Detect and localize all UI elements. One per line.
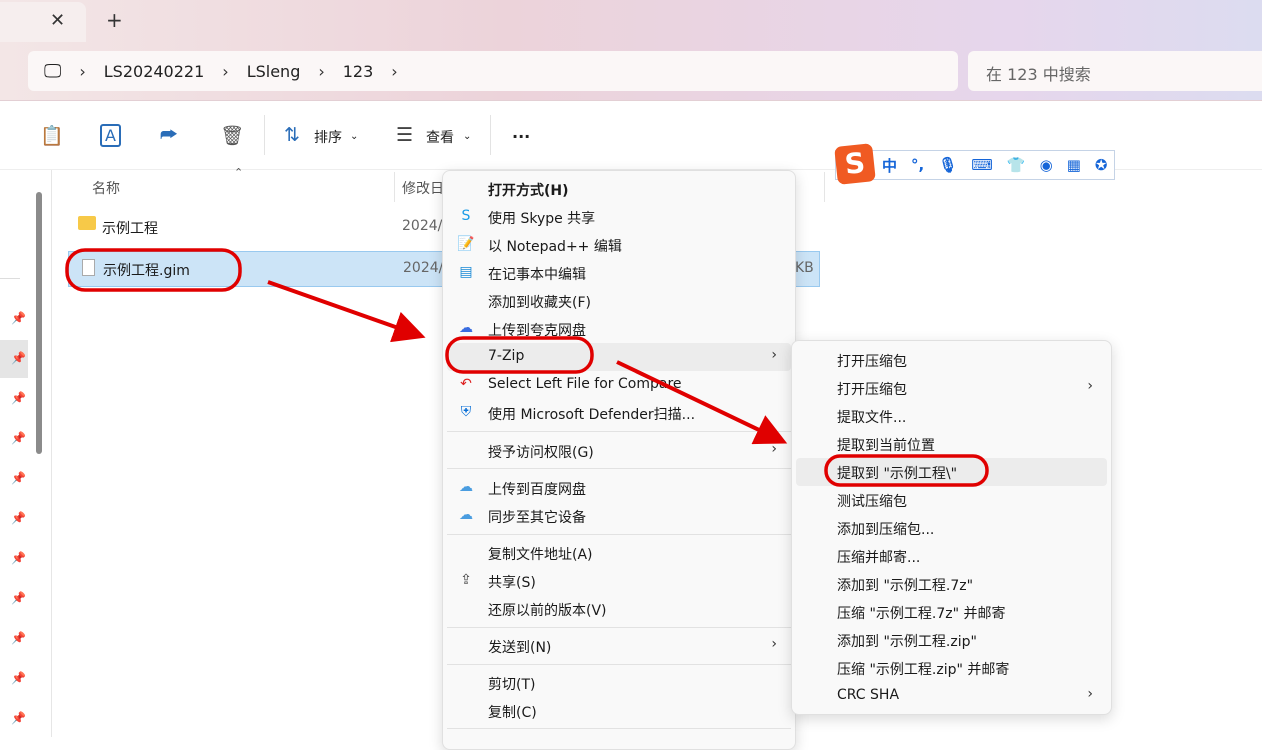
highlight-extract-annotation [824, 454, 989, 487]
highlight-7zip-annotation [445, 336, 594, 374]
annotation-overlay [65, 248, 989, 487]
highlight-file-annotation [65, 248, 242, 292]
arrow-annotation [616, 360, 788, 445]
arrow-annotation [267, 280, 426, 343]
